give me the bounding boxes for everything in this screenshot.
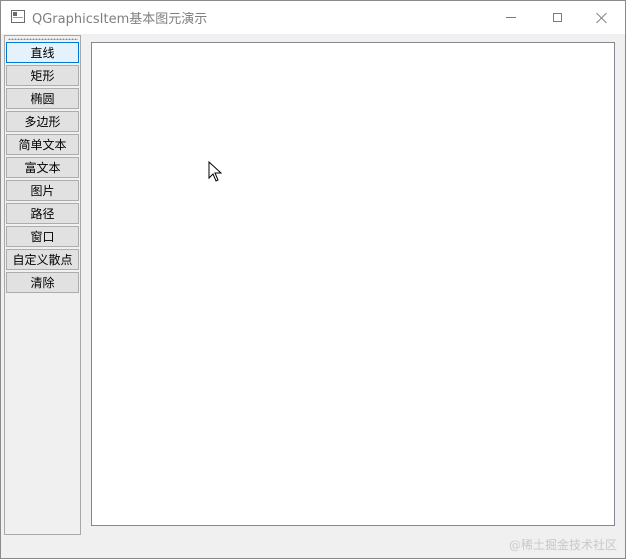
- maximize-icon: [552, 13, 562, 22]
- close-button[interactable]: [579, 1, 625, 34]
- polygon-button[interactable]: 多边形: [6, 111, 79, 132]
- ellipse-button[interactable]: 椭圆: [6, 88, 79, 109]
- widget-button[interactable]: 窗口: [6, 226, 79, 247]
- simple-text-button[interactable]: 简单文本: [6, 134, 79, 155]
- graphics-view[interactable]: [91, 42, 615, 526]
- window-title: QGraphicsItem基本图元演示: [32, 12, 208, 27]
- path-button[interactable]: 路径: [6, 203, 79, 224]
- image-button[interactable]: 图片: [6, 180, 79, 201]
- item-toolbar: 直线 矩形 椭圆 多边形 简单文本 富文本 图片 路径 窗口 自定义散点 清除: [4, 35, 81, 535]
- clear-button[interactable]: 清除: [6, 272, 79, 293]
- title-bar[interactable]: QGraphicsItem基本图元演示: [1, 1, 625, 34]
- app-window-icon: [11, 10, 25, 23]
- rich-text-button[interactable]: 富文本: [6, 157, 79, 178]
- watermark: @稀土掘金技术社区: [508, 538, 617, 552]
- maximize-button[interactable]: [534, 1, 580, 34]
- close-icon: [596, 12, 608, 24]
- line-button[interactable]: 直线: [6, 42, 79, 63]
- minimize-button[interactable]: [488, 1, 534, 34]
- minimize-icon: [506, 17, 516, 18]
- rectangle-button[interactable]: 矩形: [6, 65, 79, 86]
- toolbar-drag-handle[interactable]: [8, 38, 78, 40]
- arrow-cursor-icon: [208, 161, 222, 182]
- custom-scatter-button[interactable]: 自定义散点: [6, 249, 79, 270]
- main-window: QGraphicsItem基本图元演示 直线 矩形 椭圆 多边形 简单文本 富文…: [0, 0, 626, 559]
